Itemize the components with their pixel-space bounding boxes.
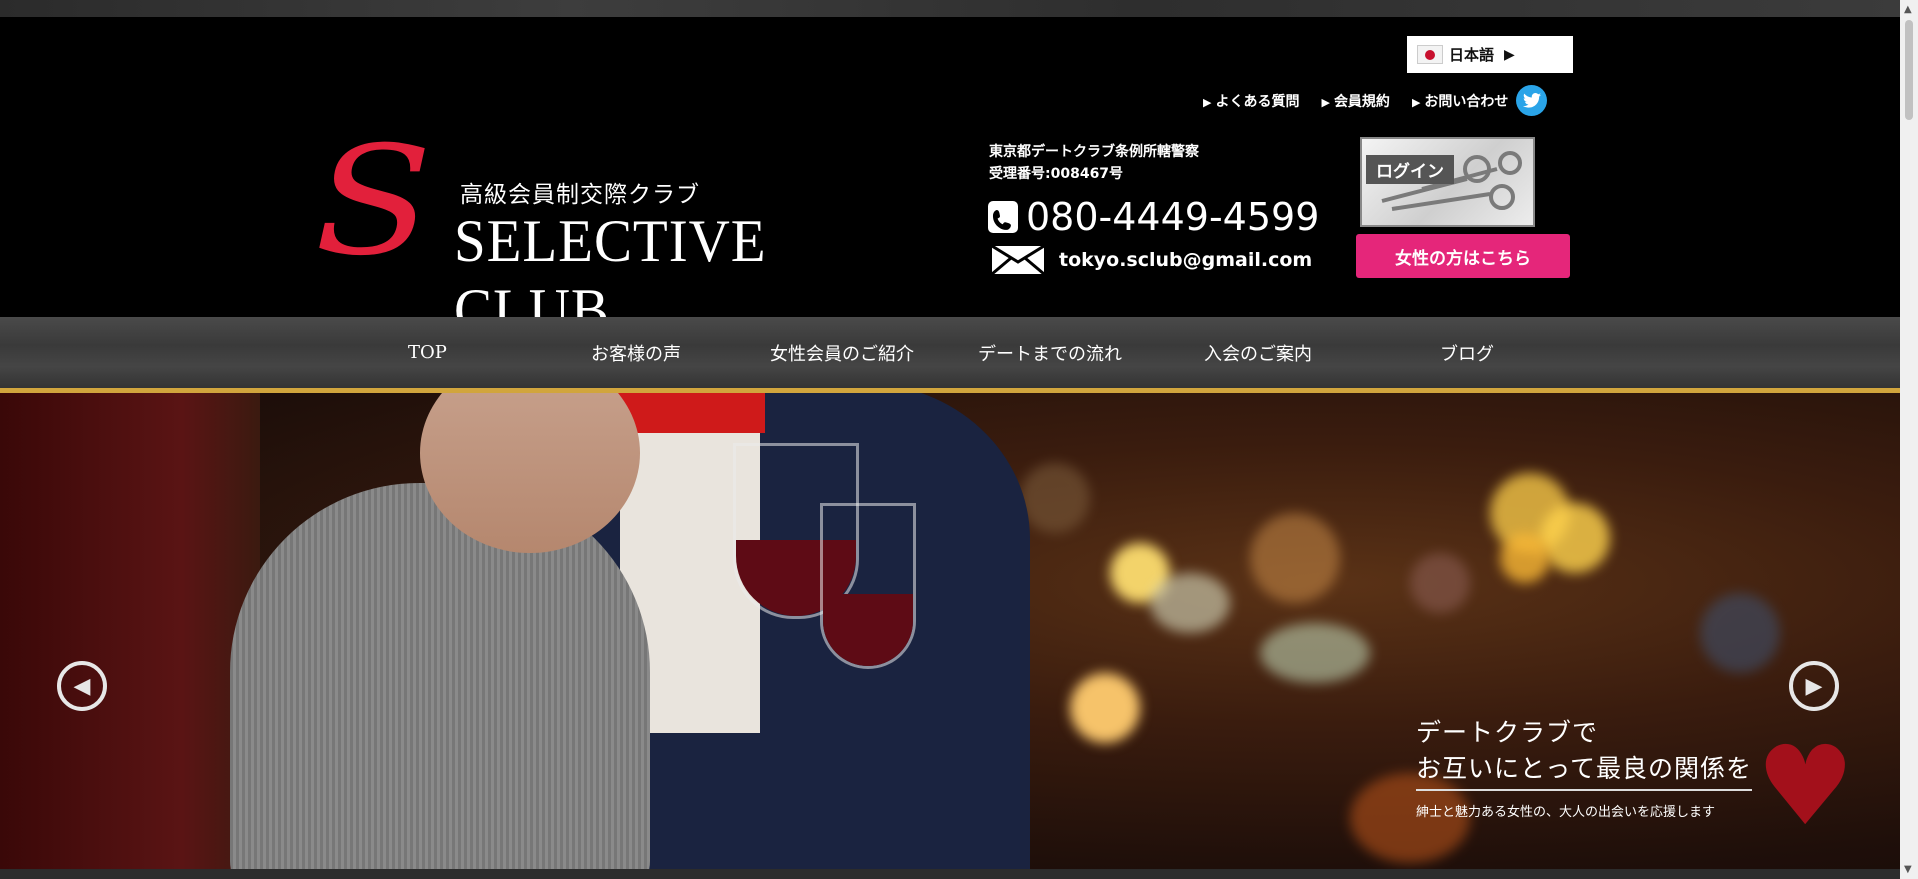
hero-woman-figure [230, 483, 650, 869]
hero-slider: ◀ ▶ ♥ デートクラブで お互いにとって最良の関係を 紳士と魅力ある女性の、大… [0, 393, 1900, 869]
faq-link-label: よくある質問 [1215, 93, 1300, 110]
contact-link[interactable]: ▶ お問い合わせ [1412, 91, 1508, 111]
nav-item-members[interactable]: 女性会員のご紹介 [770, 317, 914, 388]
top-links: ▶ よくある質問 ▶ 会員規約 ▶ お問い合わせ [1203, 85, 1548, 116]
hero-caption-line-1: デートクラブで [1416, 718, 1599, 747]
hero-background-left [0, 393, 260, 869]
triangle-icon: ▶ [1203, 95, 1212, 109]
hero-caption: デートクラブで お互いにとって最良の関係を 紳士と魅力ある女性の、大人の出会いを… [1416, 713, 1753, 820]
bokeh-light [1540, 503, 1610, 573]
vertical-scrollbar[interactable]: ▲ ▼ [1900, 0, 1918, 879]
nav-item-voices[interactable]: お客様の声 [591, 317, 681, 388]
bokeh-light [1410, 553, 1470, 613]
triangle-icon: ▶ [1321, 95, 1330, 109]
bokeh-light [1020, 463, 1090, 533]
nav-item-blog[interactable]: ブログ [1440, 317, 1494, 388]
phone-number: 080-4449-4599 [1026, 195, 1320, 239]
phone-contact[interactable]: 080-4449-4599 [988, 195, 1319, 239]
scroll-down-icon[interactable]: ▼ [1904, 864, 1912, 875]
nav-item-join[interactable]: 入会のご案内 [1204, 317, 1312, 388]
license-line-2: 受理番号:008467号 [989, 166, 1124, 182]
prev-arrow-icon[interactable]: ◀ [57, 661, 107, 711]
email-address: tokyo.sclub@gmail.com [1059, 249, 1313, 271]
logo-tagline: 高級会員制交際クラブ [460, 182, 700, 208]
nav-item-top[interactable]: TOP [408, 317, 447, 388]
language-label: 日本語 [1449, 46, 1495, 64]
main-nav: TOP お客様の声 女性会員のご紹介 デートまでの流れ 入会のご案内 ブログ [0, 317, 1900, 393]
login-button[interactable]: ログイン [1360, 137, 1535, 227]
terms-link-label: 会員規約 [1333, 93, 1390, 110]
license-line-1: 東京都デートクラブ条例所轄警察 [989, 144, 1199, 160]
bokeh-light [1700, 593, 1780, 673]
contact-link-label: お問い合わせ [1424, 93, 1509, 110]
nav-item-flow[interactable]: デートまでの流れ [978, 317, 1122, 388]
bokeh-light [1070, 673, 1140, 743]
bokeh-light [1150, 573, 1230, 633]
faq-link[interactable]: ▶ よくある質問 [1203, 91, 1299, 111]
next-arrow-icon[interactable]: ▶ [1789, 661, 1839, 711]
site-header: S 高級会員制交際クラブ SELECTIVE CLUB 日本語 ▶ ▶ よくある質… [0, 17, 1900, 343]
email-contact[interactable]: tokyo.sclub@gmail.com [991, 245, 1312, 275]
bokeh-light [1500, 533, 1550, 583]
caret-right-icon: ▶ [1504, 46, 1515, 63]
logo-s-mark: S [314, 115, 433, 289]
phone-icon [988, 201, 1018, 233]
twitter-icon[interactable] [1516, 85, 1548, 116]
hero-bowtie [615, 393, 765, 433]
wine-glass [820, 503, 916, 669]
bokeh-light [1260, 623, 1370, 683]
hero-caption-line-2: お互いにとって最良の関係を [1416, 749, 1753, 791]
terms-link[interactable]: ▶ 会員規約 [1321, 91, 1389, 111]
heart-icon: ♥ [1756, 722, 1855, 850]
top-strip [0, 0, 1900, 17]
triangle-icon: ▶ [1411, 95, 1421, 109]
flag-icon [1417, 45, 1443, 64]
login-label: ログイン [1366, 155, 1454, 184]
scroll-up-icon[interactable]: ▲ [1904, 4, 1912, 15]
language-selector[interactable]: 日本語 ▶ [1407, 36, 1573, 73]
women-entry-button[interactable]: 女性の方はこちら [1356, 234, 1570, 278]
hero-caption-line-3: 紳士と魅力ある女性の、大人の出会いを応援します [1416, 805, 1716, 820]
mail-icon [991, 245, 1045, 275]
site-logo[interactable]: S 高級会員制交際クラブ SELECTIVE CLUB [314, 127, 922, 343]
bottom-bar [0, 869, 1900, 879]
license-info: 東京都デートクラブ条例所轄警察 受理番号:008467号 [989, 141, 1199, 185]
bokeh-light [1250, 513, 1340, 603]
scroll-thumb[interactable] [1905, 20, 1913, 120]
